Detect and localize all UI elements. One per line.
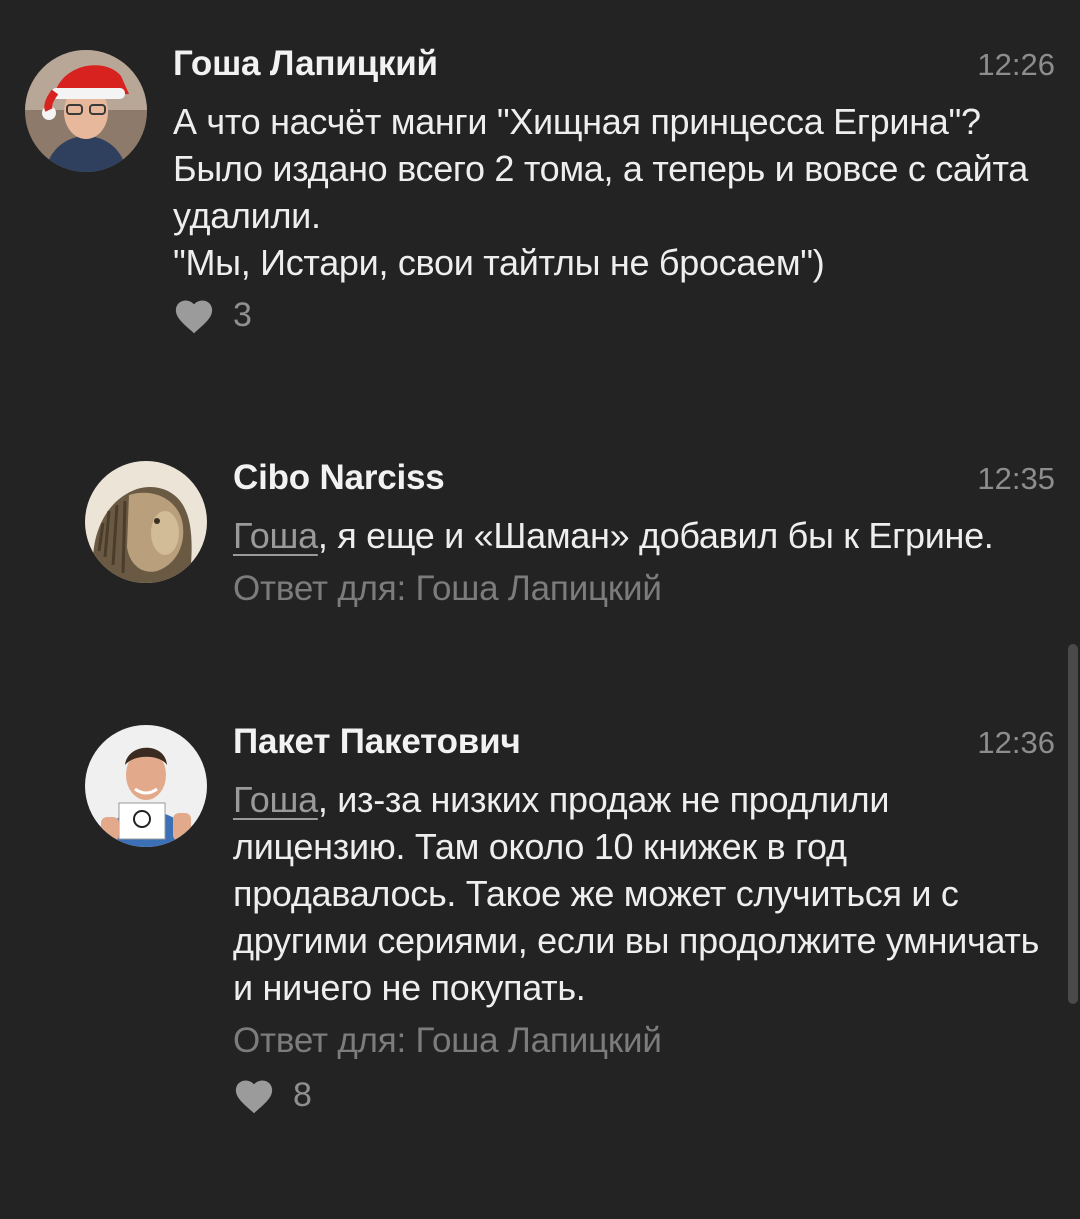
comment-header: Cibo Narciss 12:35 [233, 458, 1055, 498]
comment-text-content: , я еще и «Шаман» добавил бы к Егрине. [317, 515, 994, 556]
comment-body: Cibo Narciss 12:35 Гоша, я еще и «Шаман»… [233, 458, 1055, 612]
heart-icon [235, 1079, 273, 1113]
timestamp: 12:35 [977, 461, 1055, 496]
mention-link[interactable]: Гоша [233, 779, 318, 820]
like-count: 3 [233, 296, 252, 334]
author-name[interactable]: Пакет Пакетович [233, 722, 521, 762]
comment-text: А что насчёт манги "Хищная принцесса Егр… [173, 98, 1055, 286]
reply-to-link[interactable]: Ответ для: Гоша Лапицкий [233, 1017, 1055, 1064]
comment-text-line: "Мы, Истари, свои тайтлы не бросаем") [173, 242, 825, 283]
like-button[interactable]: 8 [233, 1076, 312, 1115]
timestamp: 12:36 [977, 725, 1055, 760]
scrollbar[interactable] [1068, 644, 1078, 1004]
reply-to-link[interactable]: Ответ для: Гоша Лапицкий [233, 565, 1055, 612]
avatar-paket[interactable] [85, 725, 207, 847]
mention-link[interactable]: Гоша [233, 515, 318, 556]
avatar-gosha[interactable] [25, 50, 147, 172]
comment-text: Гоша, я еще и «Шаман» добавил бы к Егрин… [233, 512, 1055, 559]
comment-header: Гоша Лапицкий 12:26 [173, 44, 1055, 84]
like-count: 8 [293, 1076, 312, 1114]
comment-text: Гоша, из-за низких продаж не продлили ли… [233, 776, 1055, 1011]
comment-body: Пакет Пакетович 12:36 Гоша, из-за низких… [233, 722, 1055, 1115]
avatar-cibo[interactable] [85, 461, 207, 583]
timestamp: 12:26 [977, 47, 1055, 82]
heart-icon [175, 299, 213, 333]
like-button[interactable]: 3 [173, 296, 252, 335]
comment-text-content: , из-за низких продаж не продлили лиценз… [233, 779, 1040, 1008]
comment-text-line: Было издано всего 2 тома, а теперь и вов… [173, 148, 1028, 236]
comment-body: Гоша Лапицкий 12:26 А что насчёт манги "… [173, 44, 1055, 335]
comment-text-line: А что насчёт манги "Хищная принцесса Егр… [173, 101, 981, 142]
author-name[interactable]: Cibo Narciss [233, 458, 445, 498]
author-name[interactable]: Гоша Лапицкий [173, 44, 438, 84]
comment-header: Пакет Пакетович 12:36 [233, 722, 1055, 762]
